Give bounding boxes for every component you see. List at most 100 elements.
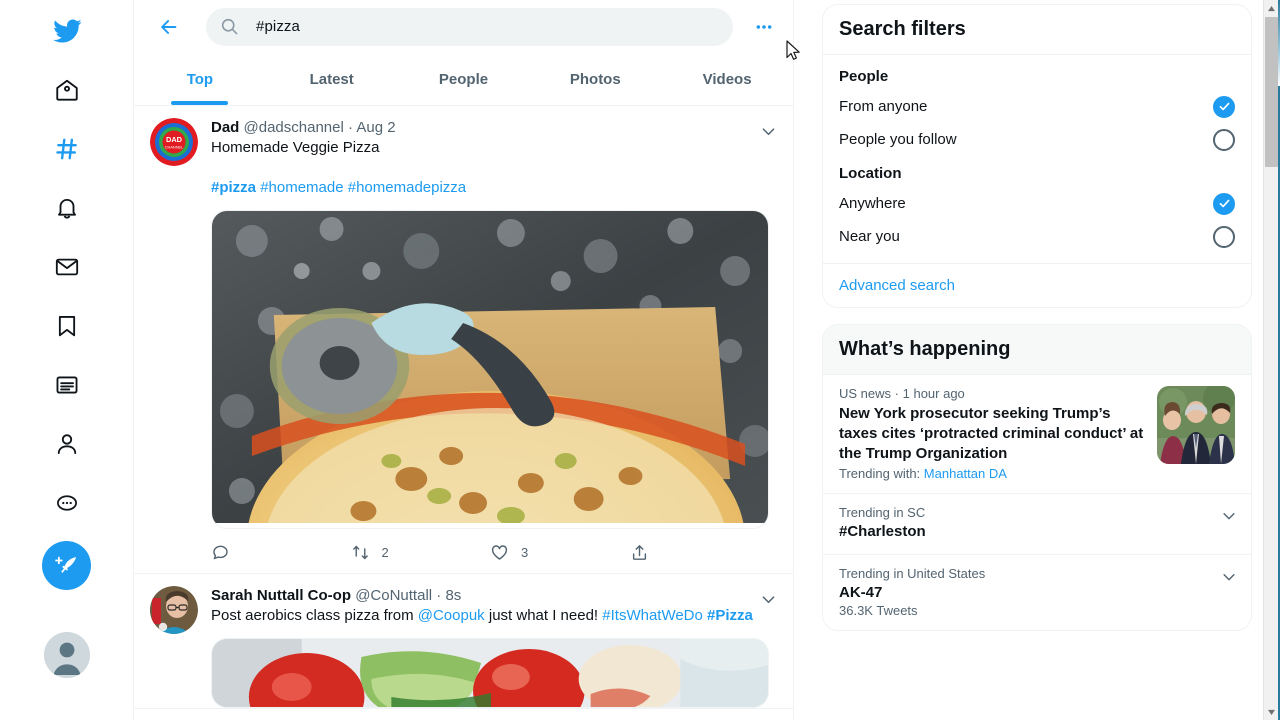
tweet-text: Homemade Veggie Pizza [211,139,380,156]
chevron-down-icon[interactable] [757,120,779,142]
tweet-header: Dad @dadschannel · Aug 2 [211,118,769,138]
trend-location: Trending in United States [839,566,986,581]
scroll-up-arrow-icon[interactable] [1264,0,1279,16]
home-icon[interactable] [42,65,92,115]
bell-notifications-icon[interactable] [42,183,92,233]
top-bar: #pizza [134,0,793,53]
trend-item[interactable]: Trending in United States AK-47 36.3K Tw… [823,554,1251,630]
tab-photos-label: Photos [569,70,621,88]
bookmark-icon[interactable] [42,301,92,351]
filter-option-near-you[interactable]: Near you [839,220,1235,253]
news-category: US news [839,386,892,401]
tab-top-label: Top [186,70,214,88]
tweet-author-handle[interactable]: @CoNuttall [355,587,432,604]
tweet-timestamp[interactable]: 8s [445,587,461,604]
more-ellipsis-icon[interactable] [42,478,92,528]
tab-videos-label: Videos [702,70,752,88]
left-sidebar-nav [0,0,134,720]
tweet-media-image[interactable] [211,638,769,708]
tab-videos[interactable]: Videos [661,53,793,105]
hashtag-explore-icon[interactable] [42,124,92,174]
search-input[interactable]: #pizza [206,7,733,46]
twitter-bird-logo[interactable] [42,6,92,56]
filter-option-anywhere[interactable]: Anywhere [839,187,1235,220]
scroll-down-arrow-icon[interactable] [1264,704,1279,720]
mention-coopuk[interactable]: @Coopuk [418,607,485,624]
account-avatar[interactable] [43,632,90,678]
filter-option-label: Near you [839,228,900,245]
trending-with-label: Trending with: [839,466,921,481]
tweet-timestamp[interactable]: Aug 2 [356,119,395,136]
tweet-author-handle[interactable]: @dadschannel [244,119,344,136]
news-item[interactable]: US news · 1 hour ago New York prosecutor… [823,374,1251,493]
tweet-body: Dad @dadschannel · Aug 2 Homemade Veggie… [211,118,777,573]
tweet-separator: · [436,587,442,604]
person-profile-icon[interactable] [42,419,92,469]
share-button[interactable] [630,543,770,562]
filter-option-label: People you follow [839,131,957,148]
filter-group-location-label: Location [839,165,902,182]
tab-top[interactable]: Top [134,53,266,105]
chevron-down-icon[interactable] [1219,567,1239,587]
tab-photos[interactable]: Photos [529,53,661,105]
tweet-text-plain-2: just what I need! [484,607,603,624]
list-icon[interactable] [42,360,92,410]
tweet-media-image[interactable] [211,210,769,529]
like-button[interactable]: 3 [490,543,630,562]
whats-happening-title: What’s happening [823,325,1251,374]
scrollbar-thumb[interactable] [1265,17,1278,167]
hashtag-homemade[interactable]: #homemade [260,179,343,196]
filter-option-from-anyone[interactable]: From anyone [839,90,1235,123]
envelope-messages-icon[interactable] [42,242,92,292]
tab-people-label: People [438,70,489,88]
hashtag-homemadepizza[interactable]: #homemadepizza [348,179,466,196]
filter-option-people-you-follow[interactable]: People you follow [839,123,1235,156]
news-time: 1 hour ago [902,386,965,401]
trending-with-link[interactable]: Manhattan DA [924,466,1007,481]
search-filters-body: People From anyone People you follow Loc… [823,54,1251,263]
advanced-search-link[interactable]: Advanced search [823,263,1251,307]
radio-unchecked-icon[interactable] [1213,128,1235,151]
search-results-column: #pizza Top Latest People Photos Videos D… [134,0,794,720]
twitter-search-page: #pizza Top Latest People Photos Videos D… [0,0,1280,720]
news-headline: New York prosecutor seeking Trump’s taxe… [839,405,1144,462]
tweet-item[interactable]: Sarah Nuttall Co-op @CoNuttall · 8s Post… [134,574,793,709]
chevron-down-icon[interactable] [1219,506,1239,526]
tweet-author-name[interactable]: Sarah Nuttall Co-op [211,587,351,604]
trend-count: 36.3K Tweets [839,603,918,618]
like-count: 3 [521,544,529,560]
news-separator: · [894,386,899,401]
trend-item[interactable]: Trending in SC #Charleston [823,493,1251,554]
tab-people[interactable]: People [398,53,530,105]
hashtag-pizza[interactable]: #pizza [211,179,256,196]
back-arrow-icon[interactable] [152,10,186,44]
reply-button[interactable] [211,543,351,562]
search-filters-title: Search filters [839,18,966,40]
whats-happening-card: What’s happening US news · 1 hour ago Ne… [822,324,1252,631]
tab-latest[interactable]: Latest [266,53,398,105]
svg-text:DAD: DAD [166,135,183,144]
avatar[interactable]: DAD CHANNEL [150,118,198,166]
retweet-button[interactable]: 2 [351,543,491,562]
filter-option-label: From anyone [839,98,928,115]
tweet-separator: · [348,119,353,136]
page-scrollbar[interactable] [1263,0,1278,720]
search-tabs: Top Latest People Photos Videos [134,53,793,106]
tweet-item[interactable]: DAD CHANNEL Dad @dadschannel · Aug 2 Hom… [134,106,793,574]
radio-unchecked-icon[interactable] [1213,225,1235,248]
tweet-hashtags: #pizza #homemade #homemadepizza [211,178,769,198]
hashtag-pizza-2[interactable]: #Pizza [707,607,753,624]
tab-latest-label: Latest [309,70,354,88]
compose-tweet-button[interactable] [42,541,91,590]
avatar[interactable] [150,586,198,634]
radio-checked-icon[interactable] [1213,95,1235,118]
news-thumbnail[interactable] [1157,386,1235,464]
chevron-down-icon[interactable] [757,588,779,610]
tweet-header: Sarah Nuttall Co-op @CoNuttall · 8s [211,586,769,606]
radio-checked-icon[interactable] [1213,192,1235,215]
tweet-author-name[interactable]: Dad [211,119,239,136]
more-dots-icon[interactable] [749,12,779,42]
hashtag-itswhatwedo[interactable]: #ItsWhatWeDo [602,607,703,624]
search-filters-card: Search filters People From anyone People… [822,4,1252,308]
tweet-text: Post aerobics class pizza from @Coopuk j… [211,606,769,626]
